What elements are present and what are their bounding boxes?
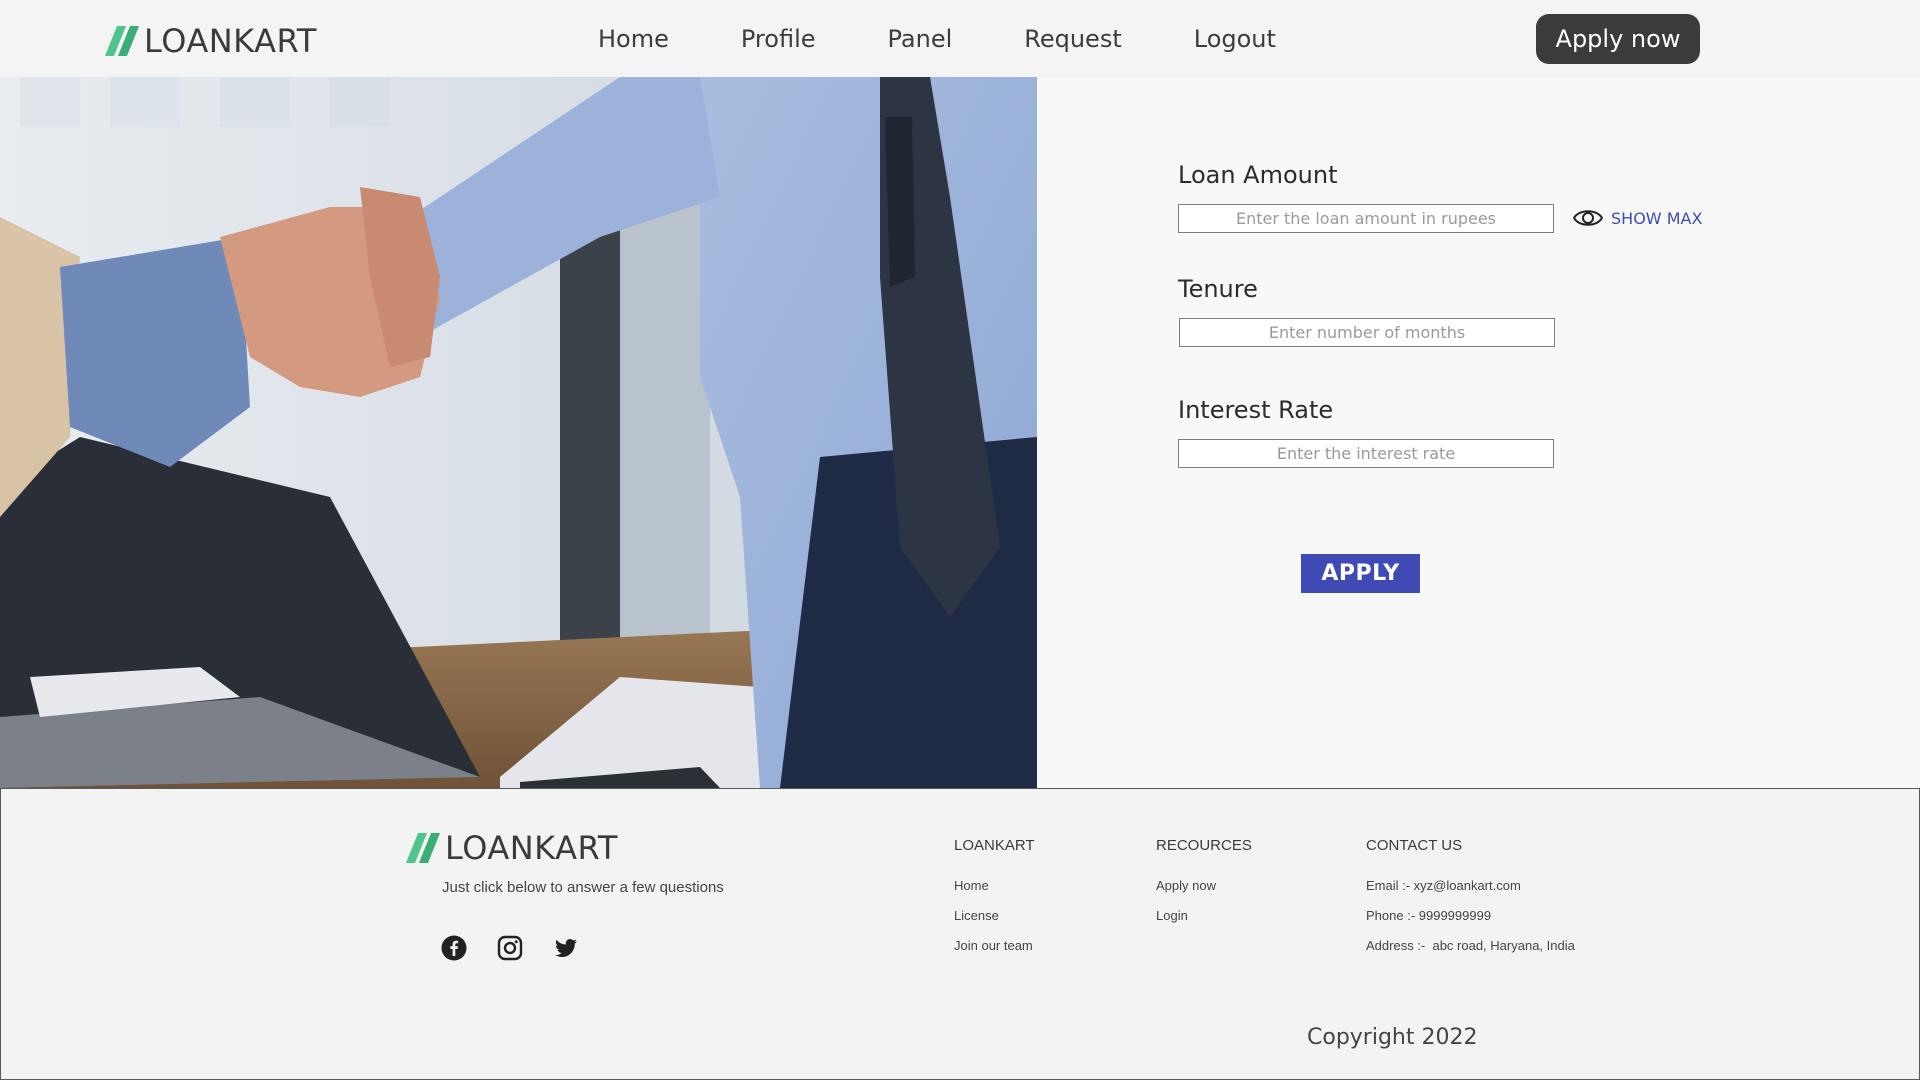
footer-contact-address: Address :- abc road, Haryana, India [1366, 938, 1575, 953]
footer: LOANKART Just click below to answer a fe… [0, 788, 1920, 1080]
footer-contact-phone: Phone :- 9999999999 [1366, 908, 1492, 923]
instagram-icon[interactable] [497, 935, 523, 961]
footer-link-login[interactable]: Login [1156, 908, 1188, 923]
nav-request[interactable]: Request [1024, 25, 1122, 53]
show-max-toggle[interactable]: SHOW MAX [1573, 207, 1702, 229]
tenure-input[interactable] [1179, 318, 1555, 347]
footer-link-license[interactable]: License [954, 908, 999, 923]
show-max-label: SHOW MAX [1611, 208, 1703, 228]
apply-button[interactable]: APPLY [1301, 554, 1420, 593]
apply-now-button[interactable]: Apply now [1536, 14, 1700, 64]
eye-icon [1573, 210, 1603, 226]
footer-contact-email: Email :- xyz@loankart.com [1366, 878, 1521, 893]
footer-link-apply-now[interactable]: Apply now [1156, 878, 1216, 893]
footer-link-join-team[interactable]: Join our team [954, 938, 1033, 953]
footer-tagline: Just click below to answer a few questio… [442, 879, 724, 896]
tenure-label: Tenure [1178, 275, 1258, 303]
twitter-icon[interactable] [553, 935, 579, 961]
logo-mark-icon [405, 833, 441, 863]
main-menu: Home Profile Panel Request Logout [598, 0, 1348, 77]
loan-amount-input[interactable] [1178, 204, 1554, 233]
copyright-text: Copyright 2022 [1307, 1025, 1478, 1050]
facebook-icon[interactable] [441, 935, 467, 961]
nav-home[interactable]: Home [598, 25, 669, 53]
loan-form-panel: Loan Amount SHOW MAX Tenure Interest Rat… [1037, 77, 1920, 788]
brand-logo[interactable]: LOANKART [104, 22, 317, 60]
nav-profile[interactable]: Profile [741, 25, 816, 53]
nav-logout[interactable]: Logout [1194, 25, 1276, 53]
brand-name: LOANKART [144, 22, 317, 60]
hero-image-handshake [0, 77, 1037, 788]
handshake-illustration [0, 77, 1037, 788]
loan-amount-label: Loan Amount [1178, 161, 1338, 189]
interest-rate-input[interactable] [1178, 439, 1554, 468]
top-navbar: LOANKART Home Profile Panel Request Logo… [0, 0, 1920, 77]
footer-col-title-resources: RECOURCES [1156, 837, 1252, 854]
footer-col-title-contact: CONTACT US [1366, 837, 1463, 854]
footer-brand-logo[interactable]: LOANKART [405, 829, 618, 867]
interest-rate-label: Interest Rate [1178, 396, 1334, 424]
footer-brand-name: LOANKART [445, 829, 618, 867]
footer-col-title-loankart: LOANKART [954, 837, 1035, 854]
footer-link-home[interactable]: Home [954, 878, 989, 893]
nav-panel[interactable]: Panel [888, 25, 953, 53]
logo-mark-icon [104, 26, 140, 56]
